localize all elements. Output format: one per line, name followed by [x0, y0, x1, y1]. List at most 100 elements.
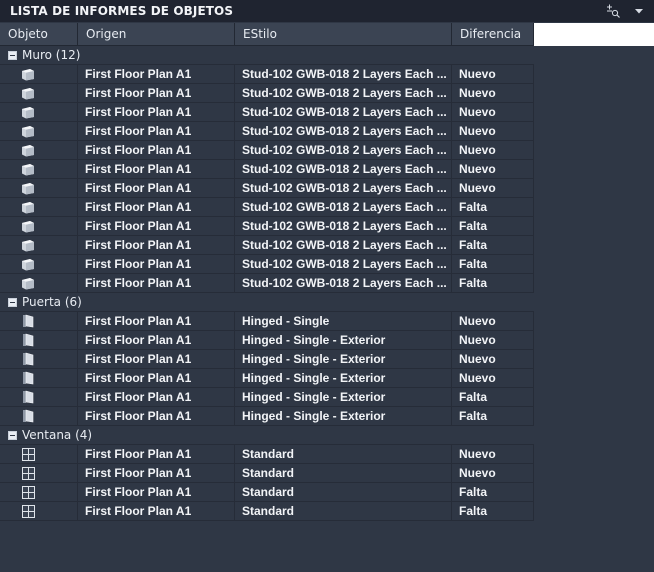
column-header-origen[interactable]: Origen: [78, 23, 235, 45]
cell-origen: First Floor Plan A1: [78, 369, 235, 388]
collapse-toggle-icon[interactable]: [8, 297, 17, 307]
chevron-down-icon[interactable]: [630, 3, 648, 19]
cell-objeto: [0, 198, 78, 217]
table-row[interactable]: First Floor Plan A1 Stud-102 GWB-018 2 La…: [0, 160, 534, 179]
cell-origen: First Floor Plan A1: [78, 160, 235, 179]
cell-estilo: Stud-102 GWB-018 2 Layers Each ...: [235, 217, 452, 236]
column-header-estilo[interactable]: EStilo: [235, 23, 452, 45]
wall-icon: [20, 142, 36, 158]
collapse-toggle-icon[interactable]: [8, 50, 17, 60]
cell-origen: First Floor Plan A1: [78, 122, 235, 141]
wall-icon: [20, 199, 36, 215]
cell-objeto: [0, 445, 78, 464]
table-row[interactable]: First Floor Plan A1 Stud-102 GWB-018 2 La…: [0, 84, 534, 103]
cell-origen: First Floor Plan A1: [78, 388, 235, 407]
group-row[interactable]: Puerta (6): [0, 293, 534, 312]
cell-origen: First Floor Plan A1: [78, 350, 235, 369]
table-row[interactable]: First Floor Plan A1 Stud-102 GWB-018 2 La…: [0, 217, 534, 236]
table-row[interactable]: First Floor Plan A1 Hinged - Single - Ext…: [0, 388, 534, 407]
cell-origen: First Floor Plan A1: [78, 103, 235, 122]
table-row[interactable]: First Floor Plan A1 Hinged - Single Nuevo: [0, 312, 534, 331]
table-row[interactable]: First Floor Plan A1 Hinged - Single - Ext…: [0, 331, 534, 350]
table-row[interactable]: First Floor Plan A1 Stud-102 GWB-018 2 La…: [0, 122, 534, 141]
cell-origen: First Floor Plan A1: [78, 331, 235, 350]
group-label: Ventana (4): [22, 428, 93, 442]
cell-origen: First Floor Plan A1: [78, 274, 235, 293]
cell-estilo: Stud-102 GWB-018 2 Layers Each ...: [235, 122, 452, 141]
table-row[interactable]: First Floor Plan A1 Standard Falta: [0, 502, 534, 521]
cell-estilo: Stud-102 GWB-018 2 Layers Each ...: [235, 103, 452, 122]
table-row[interactable]: First Floor Plan A1 Standard Nuevo: [0, 464, 534, 483]
cell-estilo: Stud-102 GWB-018 2 Layers Each ...: [235, 160, 452, 179]
window-icon: [20, 484, 36, 500]
cell-estilo: Stud-102 GWB-018 2 Layers Each ...: [235, 274, 452, 293]
cell-objeto: [0, 331, 78, 350]
cell-origen: First Floor Plan A1: [78, 179, 235, 198]
table-row[interactable]: First Floor Plan A1 Hinged - Single - Ext…: [0, 350, 534, 369]
cell-origen: First Floor Plan A1: [78, 217, 235, 236]
cell-origen: First Floor Plan A1: [78, 236, 235, 255]
cell-objeto: [0, 160, 78, 179]
table-row[interactable]: First Floor Plan A1 Stud-102 GWB-018 2 La…: [0, 179, 534, 198]
cell-estilo: Hinged - Single - Exterior: [235, 388, 452, 407]
table-row[interactable]: First Floor Plan A1 Hinged - Single - Ext…: [0, 407, 534, 426]
wall-icon: [20, 85, 36, 101]
wall-icon: [20, 275, 36, 291]
column-header-objeto[interactable]: Objeto: [0, 23, 78, 45]
column-header-diferencia[interactable]: Diferencia: [452, 23, 534, 45]
table-row[interactable]: First Floor Plan A1 Stud-102 GWB-018 2 La…: [0, 236, 534, 255]
cell-origen: First Floor Plan A1: [78, 65, 235, 84]
wall-icon: [20, 237, 36, 253]
group-label: Puerta (6): [22, 295, 82, 309]
cell-diferencia: Nuevo: [452, 160, 534, 179]
cell-origen: First Floor Plan A1: [78, 84, 235, 103]
group-row[interactable]: Ventana (4): [0, 426, 534, 445]
table-row[interactable]: First Floor Plan A1 Stud-102 GWB-018 2 La…: [0, 103, 534, 122]
cell-origen: First Floor Plan A1: [78, 407, 235, 426]
cell-origen: First Floor Plan A1: [78, 483, 235, 502]
cell-objeto: [0, 141, 78, 160]
group-label: Muro (12): [22, 48, 81, 62]
cell-diferencia: Falta: [452, 255, 534, 274]
door-icon: [20, 408, 36, 424]
cell-objeto: [0, 236, 78, 255]
cell-objeto: [0, 388, 78, 407]
cell-estilo: Hinged - Single - Exterior: [235, 369, 452, 388]
cell-origen: First Floor Plan A1: [78, 141, 235, 160]
cell-estilo: Hinged - Single - Exterior: [235, 407, 452, 426]
table-row[interactable]: First Floor Plan A1 Standard Nuevo: [0, 445, 534, 464]
group-row[interactable]: Muro (12): [0, 46, 534, 65]
cell-origen: First Floor Plan A1: [78, 198, 235, 217]
cell-estilo: Stud-102 GWB-018 2 Layers Each ...: [235, 236, 452, 255]
cell-diferencia: Nuevo: [452, 103, 534, 122]
cell-objeto: [0, 312, 78, 331]
cell-diferencia: Nuevo: [452, 65, 534, 84]
table-row[interactable]: First Floor Plan A1 Stud-102 GWB-018 2 La…: [0, 255, 534, 274]
table-row[interactable]: First Floor Plan A1 Stud-102 GWB-018 2 La…: [0, 274, 534, 293]
cell-objeto: [0, 464, 78, 483]
table-row[interactable]: First Floor Plan A1 Hinged - Single - Ext…: [0, 369, 534, 388]
cell-diferencia: Nuevo: [452, 179, 534, 198]
table-row[interactable]: First Floor Plan A1 Stud-102 GWB-018 2 La…: [0, 198, 534, 217]
table-row[interactable]: First Floor Plan A1 Stud-102 GWB-018 2 La…: [0, 65, 534, 84]
cell-objeto: [0, 369, 78, 388]
table-row[interactable]: First Floor Plan A1 Stud-102 GWB-018 2 La…: [0, 141, 534, 160]
cell-diferencia: Falta: [452, 407, 534, 426]
zoom-filter-icon[interactable]: [604, 3, 622, 19]
cell-origen: First Floor Plan A1: [78, 312, 235, 331]
cell-objeto: [0, 122, 78, 141]
cell-estilo: Standard: [235, 502, 452, 521]
cell-diferencia: Nuevo: [452, 312, 534, 331]
table-header: Objeto Origen EStilo Diferencia: [0, 23, 534, 46]
wall-icon: [20, 66, 36, 82]
cell-estilo: Stud-102 GWB-018 2 Layers Each ...: [235, 179, 452, 198]
cell-objeto: [0, 502, 78, 521]
cell-diferencia: Falta: [452, 217, 534, 236]
cell-estilo: Stud-102 GWB-018 2 Layers Each ...: [235, 65, 452, 84]
panel-tools: [604, 3, 654, 19]
table-row[interactable]: First Floor Plan A1 Standard Falta: [0, 483, 534, 502]
cell-objeto: [0, 350, 78, 369]
collapse-toggle-icon[interactable]: [8, 430, 17, 440]
cell-estilo: Hinged - Single: [235, 312, 452, 331]
cell-origen: First Floor Plan A1: [78, 464, 235, 483]
